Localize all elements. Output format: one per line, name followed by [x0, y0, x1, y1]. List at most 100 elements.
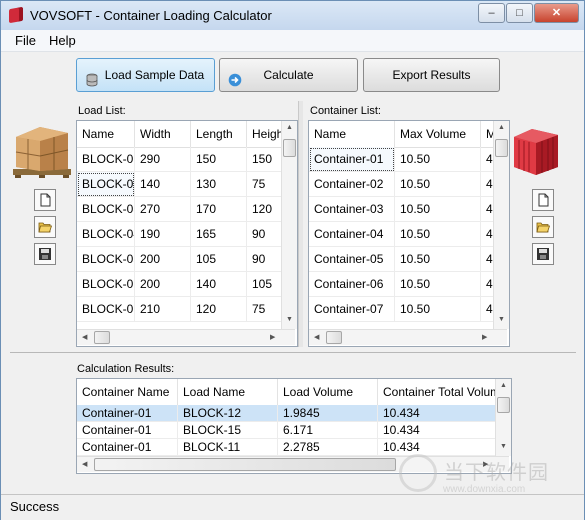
results-cell-container[interactable]: Container-01 — [77, 405, 178, 422]
load-cell-name[interactable]: BLOCK-04 — [77, 222, 135, 247]
container-list-hscrollbar[interactable]: ◀ ▶ — [309, 329, 507, 345]
app-icon — [9, 6, 23, 24]
close-button[interactable]: ✕ — [534, 3, 579, 23]
results-col-load[interactable]: Load Name — [178, 379, 278, 405]
load-list-hscrollbar[interactable]: ◀ ▶ — [77, 329, 295, 345]
load-cell-width[interactable]: 200 — [135, 272, 191, 297]
save-icon — [537, 248, 549, 260]
results-cell-load[interactable]: BLOCK-15 — [178, 422, 278, 439]
calculate-button[interactable]: Calculate — [219, 58, 358, 92]
load-save-button[interactable] — [34, 243, 56, 265]
container-cell-name[interactable]: Container-06 — [309, 272, 395, 297]
watermark-text: 当下软件园 — [444, 462, 549, 484]
load-cell-height[interactable]: 120 — [247, 197, 282, 222]
vertical-splitter[interactable] — [298, 101, 303, 347]
load-cell-length[interactable]: 140 — [191, 272, 247, 297]
results-cell-load[interactable]: BLOCK-12 — [178, 405, 278, 422]
open-folder-icon — [38, 222, 52, 233]
load-col-width[interactable]: Width — [135, 121, 191, 147]
container-list-vscrollbar[interactable]: ▲ ▼ — [493, 121, 509, 329]
container-list-grid[interactable]: Name Max Volume M Container-01 10.50 4 C… — [308, 120, 510, 347]
container-cell-volume[interactable]: 10.50 — [395, 172, 481, 197]
container-save-button[interactable] — [532, 243, 554, 265]
new-file-icon — [40, 193, 51, 207]
menu-bar: File Help — [1, 30, 584, 52]
container-cell-volume[interactable]: 10.50 — [395, 197, 481, 222]
load-list-grid[interactable]: Name Width Length Heigh BLOCK-01 290 150… — [76, 120, 298, 347]
load-cell-length[interactable]: 120 — [191, 297, 247, 322]
container-cell-name[interactable]: Container-07 — [309, 297, 395, 322]
load-cell-width[interactable]: 270 — [135, 197, 191, 222]
window-title: VOVSOFT - Container Loading Calculator — [30, 8, 272, 23]
container-new-button[interactable] — [532, 189, 554, 211]
container-col-max-volume[interactable]: Max Volume — [395, 121, 481, 147]
load-cell-length[interactable]: 105 — [191, 247, 247, 272]
results-cell-container[interactable]: Container-01 — [77, 439, 178, 456]
container-cell-volume[interactable]: 10.50 — [395, 147, 481, 172]
results-col-total-volume[interactable]: Container Total Volume — [378, 379, 502, 405]
menu-help[interactable]: Help — [49, 33, 76, 48]
load-cell-name[interactable]: BLOCK-07 — [77, 297, 135, 322]
menu-file[interactable]: File — [15, 33, 36, 48]
load-open-button[interactable] — [34, 216, 56, 238]
export-results-button[interactable]: Export Results — [363, 58, 500, 92]
container-open-button[interactable] — [532, 216, 554, 238]
results-cell-container[interactable]: Container-01 — [77, 422, 178, 439]
load-cell-height[interactable]: 150 — [247, 147, 282, 172]
container-cell-volume[interactable]: 10.50 — [395, 222, 481, 247]
status-bar: Success — [1, 494, 584, 520]
load-list-vscrollbar[interactable]: ▲ ▼ — [281, 121, 297, 329]
load-cell-length[interactable]: 150 — [191, 147, 247, 172]
container-cell-volume[interactable]: 10.50 — [395, 247, 481, 272]
load-cell-height[interactable]: 75 — [247, 172, 282, 197]
new-file-icon — [538, 193, 549, 207]
load-cell-name[interactable]: BLOCK-06 — [77, 272, 135, 297]
load-cell-width[interactable]: 290 — [135, 147, 191, 172]
container-cell-name[interactable]: Container-01 — [309, 147, 395, 172]
results-cell-load[interactable]: BLOCK-11 — [178, 439, 278, 456]
results-vscrollbar[interactable]: ▲ ▼ — [495, 379, 511, 456]
title-bar: VOVSOFT - Container Loading Calculator –… — [1, 1, 584, 30]
open-folder-icon — [536, 222, 550, 233]
container-cell-volume[interactable]: 10.50 — [395, 297, 481, 322]
calculate-label: Calculate — [263, 68, 314, 82]
arrow-right-icon — [228, 67, 242, 87]
results-col-volume[interactable]: Load Volume — [278, 379, 378, 405]
load-cell-width[interactable]: 140 — [135, 172, 191, 197]
load-cell-name[interactable]: BLOCK-02 — [77, 172, 135, 197]
container-list-label: Container List: — [310, 105, 381, 117]
maximize-button[interactable]: □ — [506, 3, 533, 23]
load-cell-name[interactable]: BLOCK-01 — [77, 147, 135, 172]
container-cell-name[interactable]: Container-05 — [309, 247, 395, 272]
results-cell-volume[interactable]: 6.171 — [278, 422, 378, 439]
container-cell-volume[interactable]: 10.50 — [395, 272, 481, 297]
load-cell-width[interactable]: 190 — [135, 222, 191, 247]
container-col-name[interactable]: Name — [309, 121, 395, 147]
container-cell-name[interactable]: Container-04 — [309, 222, 395, 247]
load-cell-height[interactable]: 90 — [247, 247, 282, 272]
container-cell-name[interactable]: Container-02 — [309, 172, 395, 197]
results-cell-volume[interactable]: 2.2785 — [278, 439, 378, 456]
results-cell-total[interactable]: 10.434 — [378, 422, 496, 439]
load-cell-height[interactable]: 90 — [247, 222, 282, 247]
load-cell-width[interactable]: 200 — [135, 247, 191, 272]
load-cell-width[interactable]: 210 — [135, 297, 191, 322]
load-new-button[interactable] — [34, 189, 56, 211]
load-cell-height[interactable]: 105 — [247, 272, 282, 297]
load-col-name[interactable]: Name — [77, 121, 135, 147]
results-cell-total[interactable]: 10.434 — [378, 405, 496, 422]
results-cell-volume[interactable]: 1.9845 — [278, 405, 378, 422]
load-cell-length[interactable]: 130 — [191, 172, 247, 197]
container-cell-name[interactable]: Container-03 — [309, 197, 395, 222]
load-sample-data-button[interactable]: Load Sample Data — [76, 58, 215, 92]
load-cell-name[interactable]: BLOCK-05 — [77, 247, 135, 272]
results-label: Calculation Results: — [77, 363, 175, 375]
load-cell-height[interactable]: 75 — [247, 297, 282, 322]
horizontal-splitter[interactable] — [10, 352, 576, 353]
results-col-container[interactable]: Container Name — [77, 379, 178, 405]
load-cell-length[interactable]: 170 — [191, 197, 247, 222]
load-cell-name[interactable]: BLOCK-03 — [77, 197, 135, 222]
minimize-button[interactable]: – — [478, 3, 505, 23]
load-cell-length[interactable]: 165 — [191, 222, 247, 247]
load-col-length[interactable]: Length — [191, 121, 247, 147]
